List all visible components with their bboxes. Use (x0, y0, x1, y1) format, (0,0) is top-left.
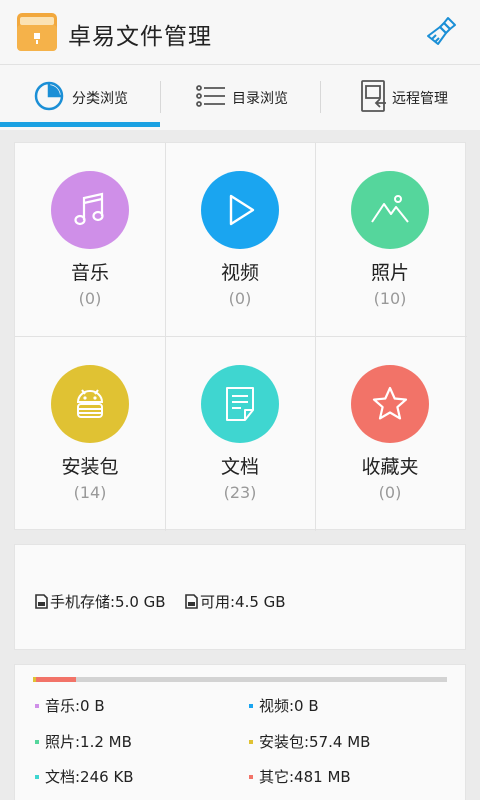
document-icon (226, 387, 254, 421)
sd-card-icon (35, 594, 48, 609)
tab-bar: 分类浏览 目录浏览 远程管理 (0, 64, 480, 130)
category-count: (23) (223, 483, 257, 502)
music-note-icon (74, 192, 104, 226)
usage-item-video: 视频:0 B (249, 695, 319, 716)
android-icon (76, 389, 104, 418)
usage-bar (33, 677, 447, 682)
category-grid: 音乐 (0) 视频 (0) 照片 (10) 安装包 (14) 文档 (23) 收… (14, 142, 467, 531)
category-icon-circle (201, 171, 279, 249)
category-count: (0) (378, 483, 402, 502)
category-count: (0) (78, 289, 102, 308)
legend-dot (249, 739, 253, 744)
category-icon-circle (201, 365, 279, 443)
app-title: 卓易文件管理 (68, 24, 212, 50)
play-icon (229, 194, 255, 226)
list-icon (196, 85, 225, 107)
app-header: 卓易文件管理 (0, 0, 480, 64)
category-photos[interactable]: 照片 (10) (315, 143, 465, 336)
star-icon (372, 386, 408, 420)
folder-logo-icon (17, 13, 57, 51)
storage-available: 可用:4.5 GB (185, 591, 286, 612)
usage-label: 文档:246 KB (45, 768, 134, 786)
usage-item-music: 音乐:0 B (35, 695, 105, 716)
usage-label: 照片:1.2 MB (45, 733, 132, 751)
category-label: 音乐 (70, 262, 109, 284)
storage-card: 手机存储:5.0 GB 可用:4.5 GB (14, 544, 466, 650)
usage-card: 音乐:0 B 视频:0 B 照片:1.2 MB 安装包:57.4 MB 文档:2… (14, 664, 466, 800)
category-apk[interactable]: 安装包 (14) (15, 337, 165, 530)
legend-dot (35, 703, 39, 708)
usage-label: 安装包:57.4 MB (259, 733, 371, 751)
phone-storage-total: 手机存储:5.0 GB (35, 591, 166, 612)
category-icon-circle (351, 171, 429, 249)
category-favorites[interactable]: 收藏夹 (0) (315, 337, 465, 530)
usage-label: 音乐:0 B (45, 697, 105, 715)
category-count: (0) (228, 289, 252, 308)
legend-dot (249, 774, 253, 779)
tab-directory-browse[interactable]: 目录浏览 (160, 65, 320, 129)
tab-label: 分类浏览 (72, 91, 128, 107)
active-tab-indicator (0, 122, 160, 127)
phone-storage-label: 手机存储:5.0 GB (50, 593, 166, 611)
usage-label: 其它:481 MB (259, 768, 351, 786)
category-label: 收藏夹 (361, 456, 419, 478)
category-count: (10) (373, 289, 407, 308)
tab-category-browse[interactable]: 分类浏览 (0, 65, 160, 129)
category-label: 照片 (370, 262, 409, 284)
category-label: 视频 (220, 262, 259, 284)
tab-remote-manage[interactable]: 远程管理 (320, 65, 480, 129)
category-documents[interactable]: 文档 (23) (165, 337, 315, 530)
usage-item-documents: 文档:246 KB (35, 766, 134, 787)
legend-dot (35, 739, 39, 744)
broom-clean-icon[interactable] (424, 14, 460, 50)
tab-label: 目录浏览 (232, 91, 288, 107)
category-icon-circle (51, 171, 129, 249)
available-storage-label: 可用:4.5 GB (200, 593, 286, 611)
category-label: 文档 (220, 456, 259, 478)
usage-segment-other (36, 677, 76, 682)
legend-dot (35, 774, 39, 779)
category-icon-circle (51, 365, 129, 443)
category-music[interactable]: 音乐 (0) (15, 143, 165, 336)
remote-device-icon (361, 80, 386, 112)
category-video[interactable]: 视频 (0) (165, 143, 315, 336)
pie-chart-icon (34, 81, 64, 111)
category-icon-circle (351, 365, 429, 443)
usage-item-other: 其它:481 MB (249, 766, 351, 787)
usage-item-photos: 照片:1.2 MB (35, 731, 132, 752)
tab-label: 远程管理 (392, 91, 448, 107)
mountain-photo-icon (371, 195, 409, 223)
category-label: 安装包 (61, 456, 119, 478)
usage-item-apk: 安装包:57.4 MB (249, 731, 370, 752)
category-count: (14) (73, 483, 107, 502)
sd-card-icon (185, 594, 198, 609)
legend-dot (249, 703, 253, 708)
usage-label: 视频:0 B (259, 697, 319, 715)
